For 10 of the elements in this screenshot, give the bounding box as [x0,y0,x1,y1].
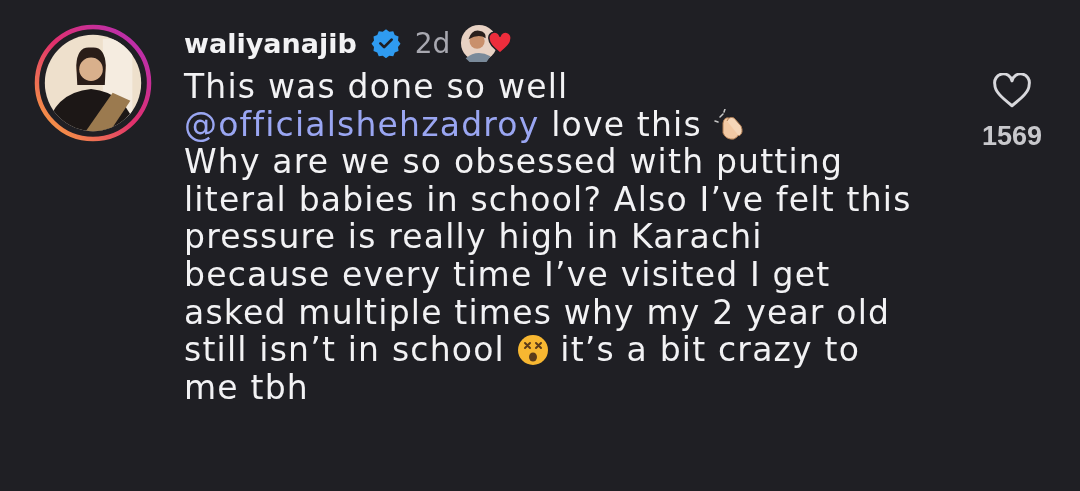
heart-icon [488,32,513,54]
mention-link[interactable]: @officialshehzadroy [184,104,540,144]
dizzy-face-icon [516,334,549,367]
timestamp: 2d [414,26,451,60]
like-count: 1569 [981,121,1043,152]
clapping-hands-icon [713,108,746,141]
avatar[interactable] [34,24,152,142]
heart-icon[interactable] [992,73,1032,109]
username[interactable]: waliyanajib [184,27,357,59]
comment-text: This was done so well @officialshehzadroy love this Why are we so obsessed with putting literal babies in school? Also I’ve felt this pressure is really high in Karachi because every time I’ve visited I get asked multiple times why my 2 year old still isn’t in school it’s a bit crazy to me tbh [184,68,913,407]
